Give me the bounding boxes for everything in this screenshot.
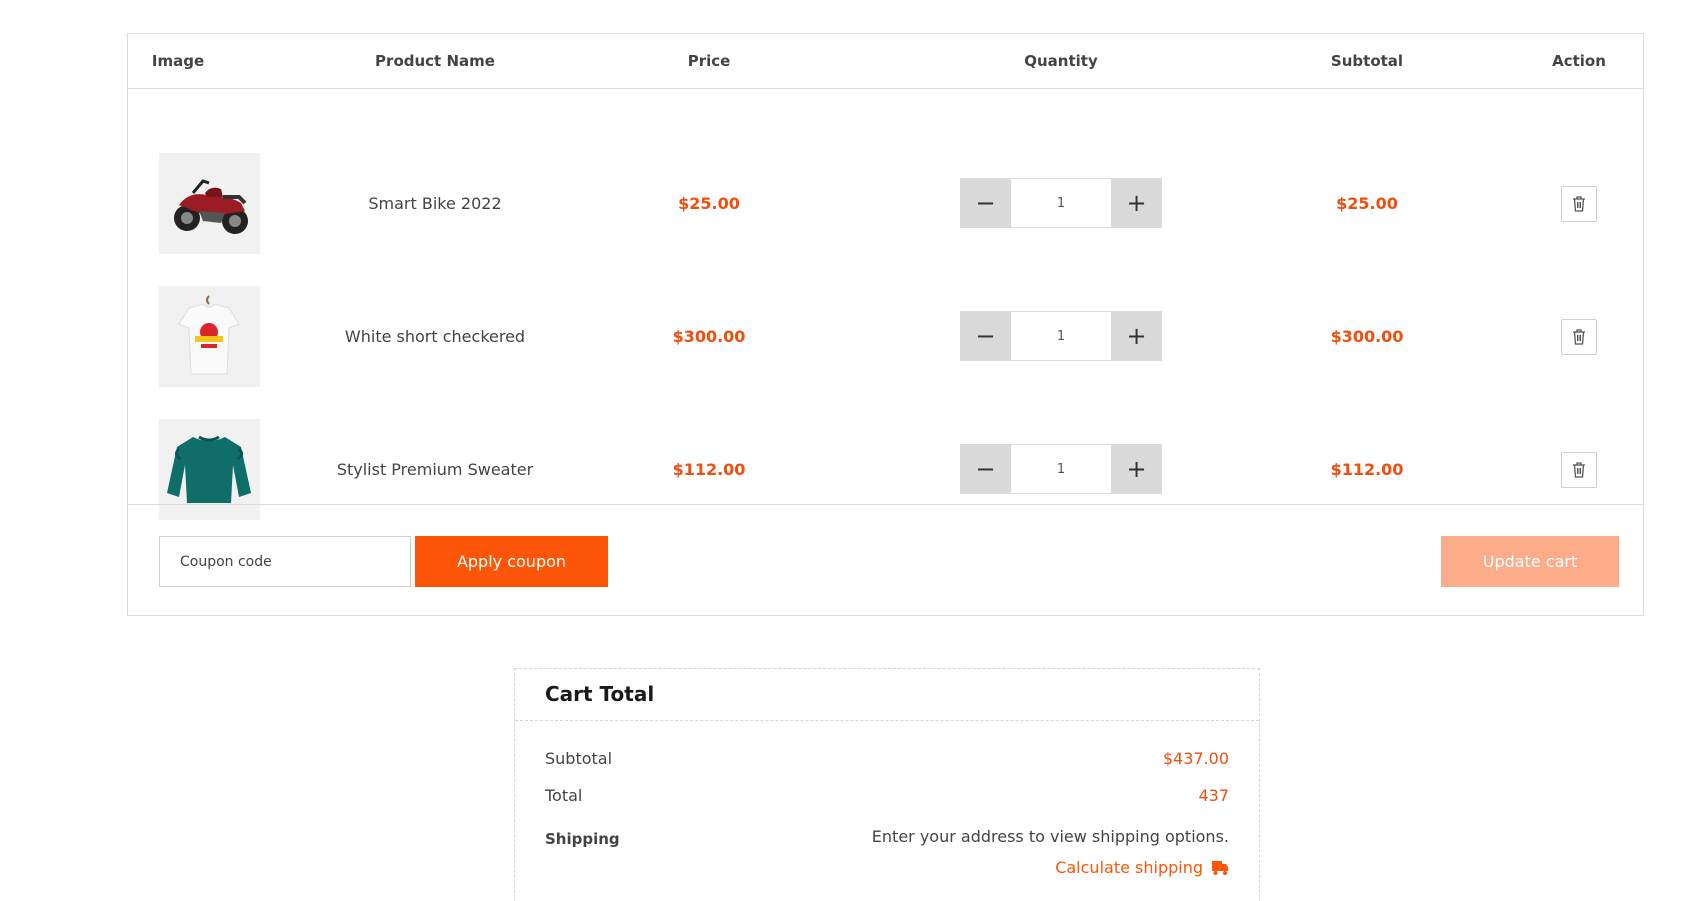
remove-item-button[interactable] <box>1561 319 1597 355</box>
product-name[interactable]: White short checkered <box>345 270 525 403</box>
header-product-name: Product Name <box>375 52 495 70</box>
header-quantity: Quantity <box>1024 52 1098 70</box>
apply-coupon-button[interactable]: Apply coupon <box>415 536 608 587</box>
total-label: Total <box>545 786 583 805</box>
trash-icon <box>1573 462 1585 478</box>
cart-totals: Cart Total Subtotal $437.00 Total 437 Sh… <box>514 668 1260 901</box>
product-price: $25.00 <box>678 194 740 213</box>
product-subtotal: $300.00 <box>1330 327 1404 346</box>
subtotal-label: Subtotal <box>545 749 613 768</box>
table-row: Smart Bike 2022 $25.00 − + $25.00 <box>128 137 1643 270</box>
increase-quantity-button[interactable]: + <box>1111 444 1162 494</box>
header-price: Price <box>687 52 731 70</box>
update-cart-button[interactable]: Update cart <box>1441 536 1619 587</box>
remove-item-button[interactable] <box>1561 452 1597 488</box>
decrease-quantity-button[interactable]: − <box>960 178 1011 228</box>
table-header: Image Product Name Price Quantity Subtot… <box>128 34 1643 89</box>
decrease-quantity-button[interactable]: − <box>960 444 1011 494</box>
cart-total-title: Cart Total <box>545 682 655 706</box>
divider <box>515 720 1259 721</box>
increase-quantity-button[interactable]: + <box>1111 178 1162 228</box>
product-price: $300.00 <box>672 327 746 346</box>
coupon-code-input[interactable] <box>159 536 411 587</box>
shipping-info: Enter your address to view shipping opti… <box>871 827 1229 846</box>
header-action: Action <box>1552 52 1606 70</box>
calculate-shipping-link[interactable]: Calculate shipping <box>1055 858 1229 877</box>
quantity-input[interactable] <box>1011 178 1111 228</box>
trash-icon <box>1573 196 1585 212</box>
increase-quantity-button[interactable]: + <box>1111 311 1162 361</box>
calculate-shipping-label: Calculate shipping <box>1055 858 1203 877</box>
decrease-quantity-button[interactable]: − <box>960 311 1011 361</box>
header-image: Image <box>151 52 205 70</box>
quantity-stepper: − + <box>960 444 1162 494</box>
quantity-input[interactable] <box>1011 444 1111 494</box>
quantity-stepper: − + <box>960 311 1162 361</box>
cart-table: Image Product Name Price Quantity Subtot… <box>127 33 1644 616</box>
total-value: 437 <box>1198 786 1229 805</box>
cart-actions: Apply coupon Update cart <box>128 504 1643 616</box>
product-subtotal: $25.00 <box>1336 194 1398 213</box>
table-row: White short checkered $300.00 − + $300.0… <box>128 270 1643 403</box>
truck-icon <box>1212 860 1228 875</box>
quantity-input[interactable] <box>1011 311 1111 361</box>
header-subtotal: Subtotal <box>1330 52 1404 70</box>
quantity-stepper: − + <box>960 178 1162 228</box>
trash-icon <box>1573 329 1585 345</box>
product-name[interactable]: Smart Bike 2022 <box>368 137 501 270</box>
subtotal-value: $437.00 <box>1162 749 1229 768</box>
tshirt-image[interactable] <box>159 286 260 387</box>
motorcycle-image[interactable] <box>159 153 260 254</box>
remove-item-button[interactable] <box>1561 186 1597 222</box>
shipping-label: Shipping <box>545 830 620 848</box>
